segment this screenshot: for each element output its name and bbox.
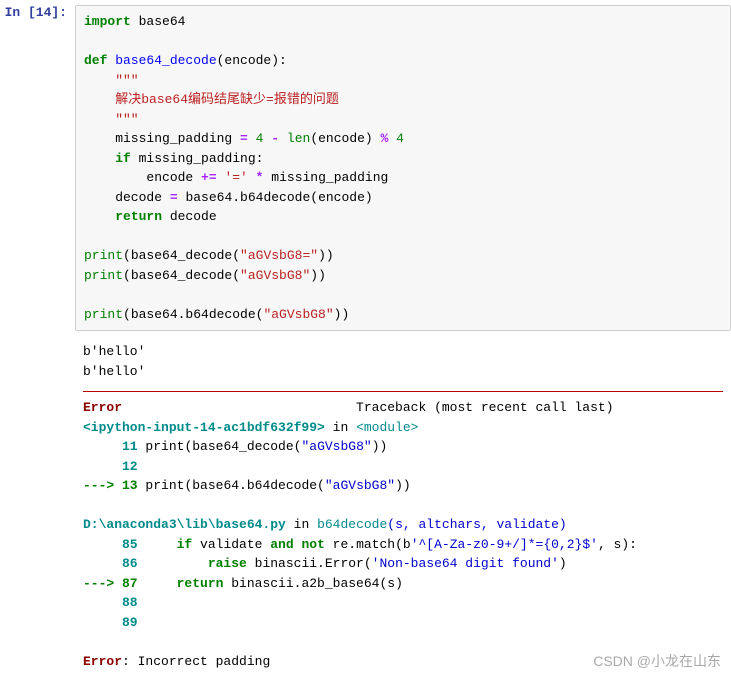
code-area[interactable]: import base64 def base64_decode(encode):… [75, 5, 731, 331]
output-cell: b'hello' b'hello' Error Traceback (most … [0, 331, 731, 677]
output-area: b'hello' b'hello' Error Traceback (most … [75, 336, 731, 677]
output-prompt-spacer [0, 336, 75, 677]
watermark: CSDN @小龙在山东 [593, 651, 721, 671]
input-cell: In [14]: import base64 def base64_decode… [0, 0, 731, 331]
traceback-rule [83, 391, 723, 392]
stdout: b'hello' b'hello' [83, 342, 723, 381]
input-prompt: In [14]: [0, 5, 75, 331]
code-content: import base64 def base64_decode(encode):… [84, 12, 722, 324]
traceback: Error Traceback (most recent call last) … [83, 398, 723, 671]
